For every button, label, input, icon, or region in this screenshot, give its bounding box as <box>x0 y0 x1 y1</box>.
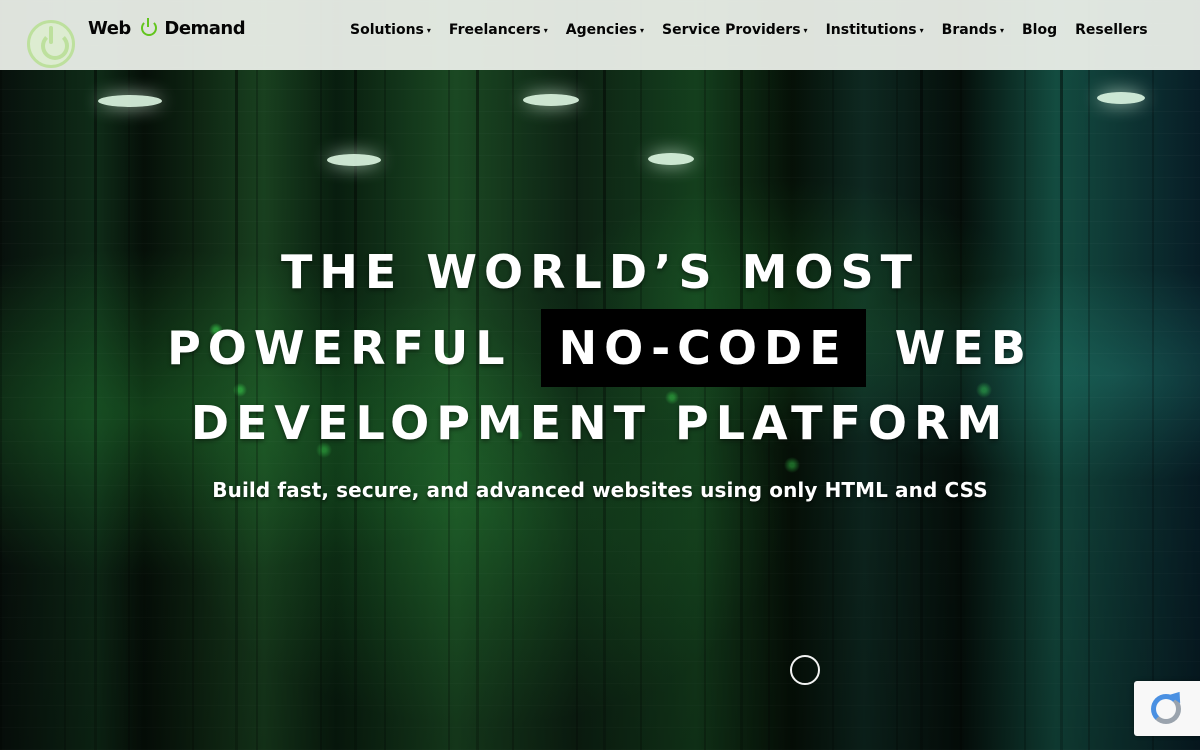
ceiling-light <box>327 154 381 166</box>
brand-name[interactable]: Web On Demand <box>88 18 246 39</box>
chevron-down-icon: ▾ <box>543 26 548 35</box>
nav-item-blog[interactable]: Blog <box>1022 22 1057 38</box>
site-header: Web On Demand Solutions ▾ Freelancers ▾ … <box>0 0 1200 70</box>
chevron-down-icon: ▾ <box>639 26 644 35</box>
headline-line-2: POWERFUL NO-CODE WEB <box>0 309 1200 387</box>
nav-item-freelancers[interactable]: Freelancers ▾ <box>449 22 548 38</box>
chevron-down-icon: ▾ <box>919 26 924 35</box>
no-code-highlight: NO-CODE <box>540 309 866 387</box>
nav-item-agencies[interactable]: Agencies ▾ <box>566 22 644 38</box>
headline-line-1: THE WORLD’S MOST <box>280 245 920 299</box>
ceiling-light <box>523 94 579 106</box>
power-icon <box>140 18 157 36</box>
nav-item-label: Blog <box>1022 22 1058 38</box>
nav-item-label: Resellers <box>1075 22 1148 38</box>
main-navigation: Solutions ▾ Freelancers ▾ Agencies ▾ Ser… <box>350 22 1148 38</box>
chevron-down-icon: ▾ <box>1000 26 1005 35</box>
nav-item-brands[interactable]: Brands ▾ <box>942 22 1004 38</box>
recaptcha-icon <box>1151 694 1181 724</box>
hero-headline: THE WORLD’S MOST POWERFUL NO-CODE WEB DE… <box>0 236 1200 460</box>
nav-item-label: Agencies <box>565 22 637 38</box>
headline-prefix: POWERFUL <box>167 321 512 375</box>
headline-line-3: DEVELOPMENT PLATFORM <box>190 396 1010 450</box>
brand-suffix: Demand <box>164 18 246 39</box>
brand-prefix: Web <box>88 18 131 39</box>
nav-item-label: Solutions <box>350 22 424 38</box>
headline-suffix: WEB <box>894 321 1033 375</box>
nav-item-institutions[interactable]: Institutions ▾ <box>826 22 924 38</box>
nav-item-label: Brands <box>941 22 997 38</box>
circle-outline-icon[interactable] <box>790 655 820 685</box>
nav-item-label: Institutions <box>825 22 917 38</box>
nav-item-label: Freelancers <box>448 22 541 38</box>
power-icon[interactable] <box>27 20 75 68</box>
nav-item-label: Service Providers <box>662 22 801 38</box>
hero-section: THE WORLD’S MOST POWERFUL NO-CODE WEB DE… <box>0 236 1200 502</box>
recaptcha-badge[interactable] <box>1134 681 1200 736</box>
ceiling-light <box>648 153 694 165</box>
chevron-down-icon: ▾ <box>803 26 808 35</box>
ceiling-light <box>1097 92 1145 104</box>
nav-item-resellers[interactable]: Resellers <box>1075 22 1147 38</box>
nav-item-solutions[interactable]: Solutions ▾ <box>350 22 431 38</box>
nav-item-service-providers[interactable]: Service Providers ▾ <box>662 22 808 38</box>
hero-subtitle: Build fast, secure, and advanced website… <box>212 478 988 502</box>
ceiling-light <box>98 95 162 107</box>
web-on-demand-homepage: Web On Demand Solutions ▾ Freelancers ▾ … <box>0 0 1200 750</box>
chevron-down-icon: ▾ <box>426 26 431 35</box>
